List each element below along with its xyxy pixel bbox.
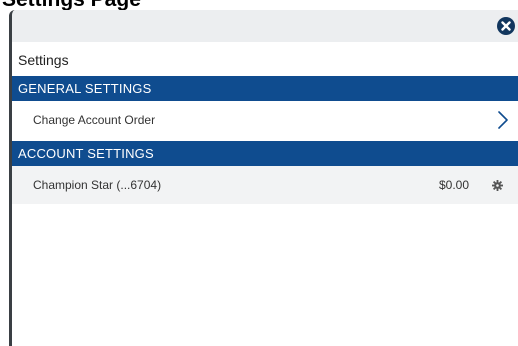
chevron-right-icon [498,111,508,129]
close-button[interactable] [497,17,515,35]
account-balance: $0.00 [438,178,469,192]
account-row[interactable]: Champion Star (...6704) $0.00 [12,166,518,204]
general-settings-header: GENERAL SETTINGS [12,76,518,101]
change-account-order-label: Change Account Order [33,113,156,127]
change-account-order-row[interactable]: Change Account Order [12,101,518,139]
close-icon [501,21,511,31]
settings-panel: Settings GENERAL SETTINGS Change Account… [9,10,518,346]
gear-icon[interactable] [492,180,503,191]
account-name: Champion Star (...6704) [33,178,162,192]
panel-title: Settings [18,52,69,68]
panel-top-bar [12,10,518,42]
account-settings-header: ACCOUNT SETTINGS [12,141,518,166]
